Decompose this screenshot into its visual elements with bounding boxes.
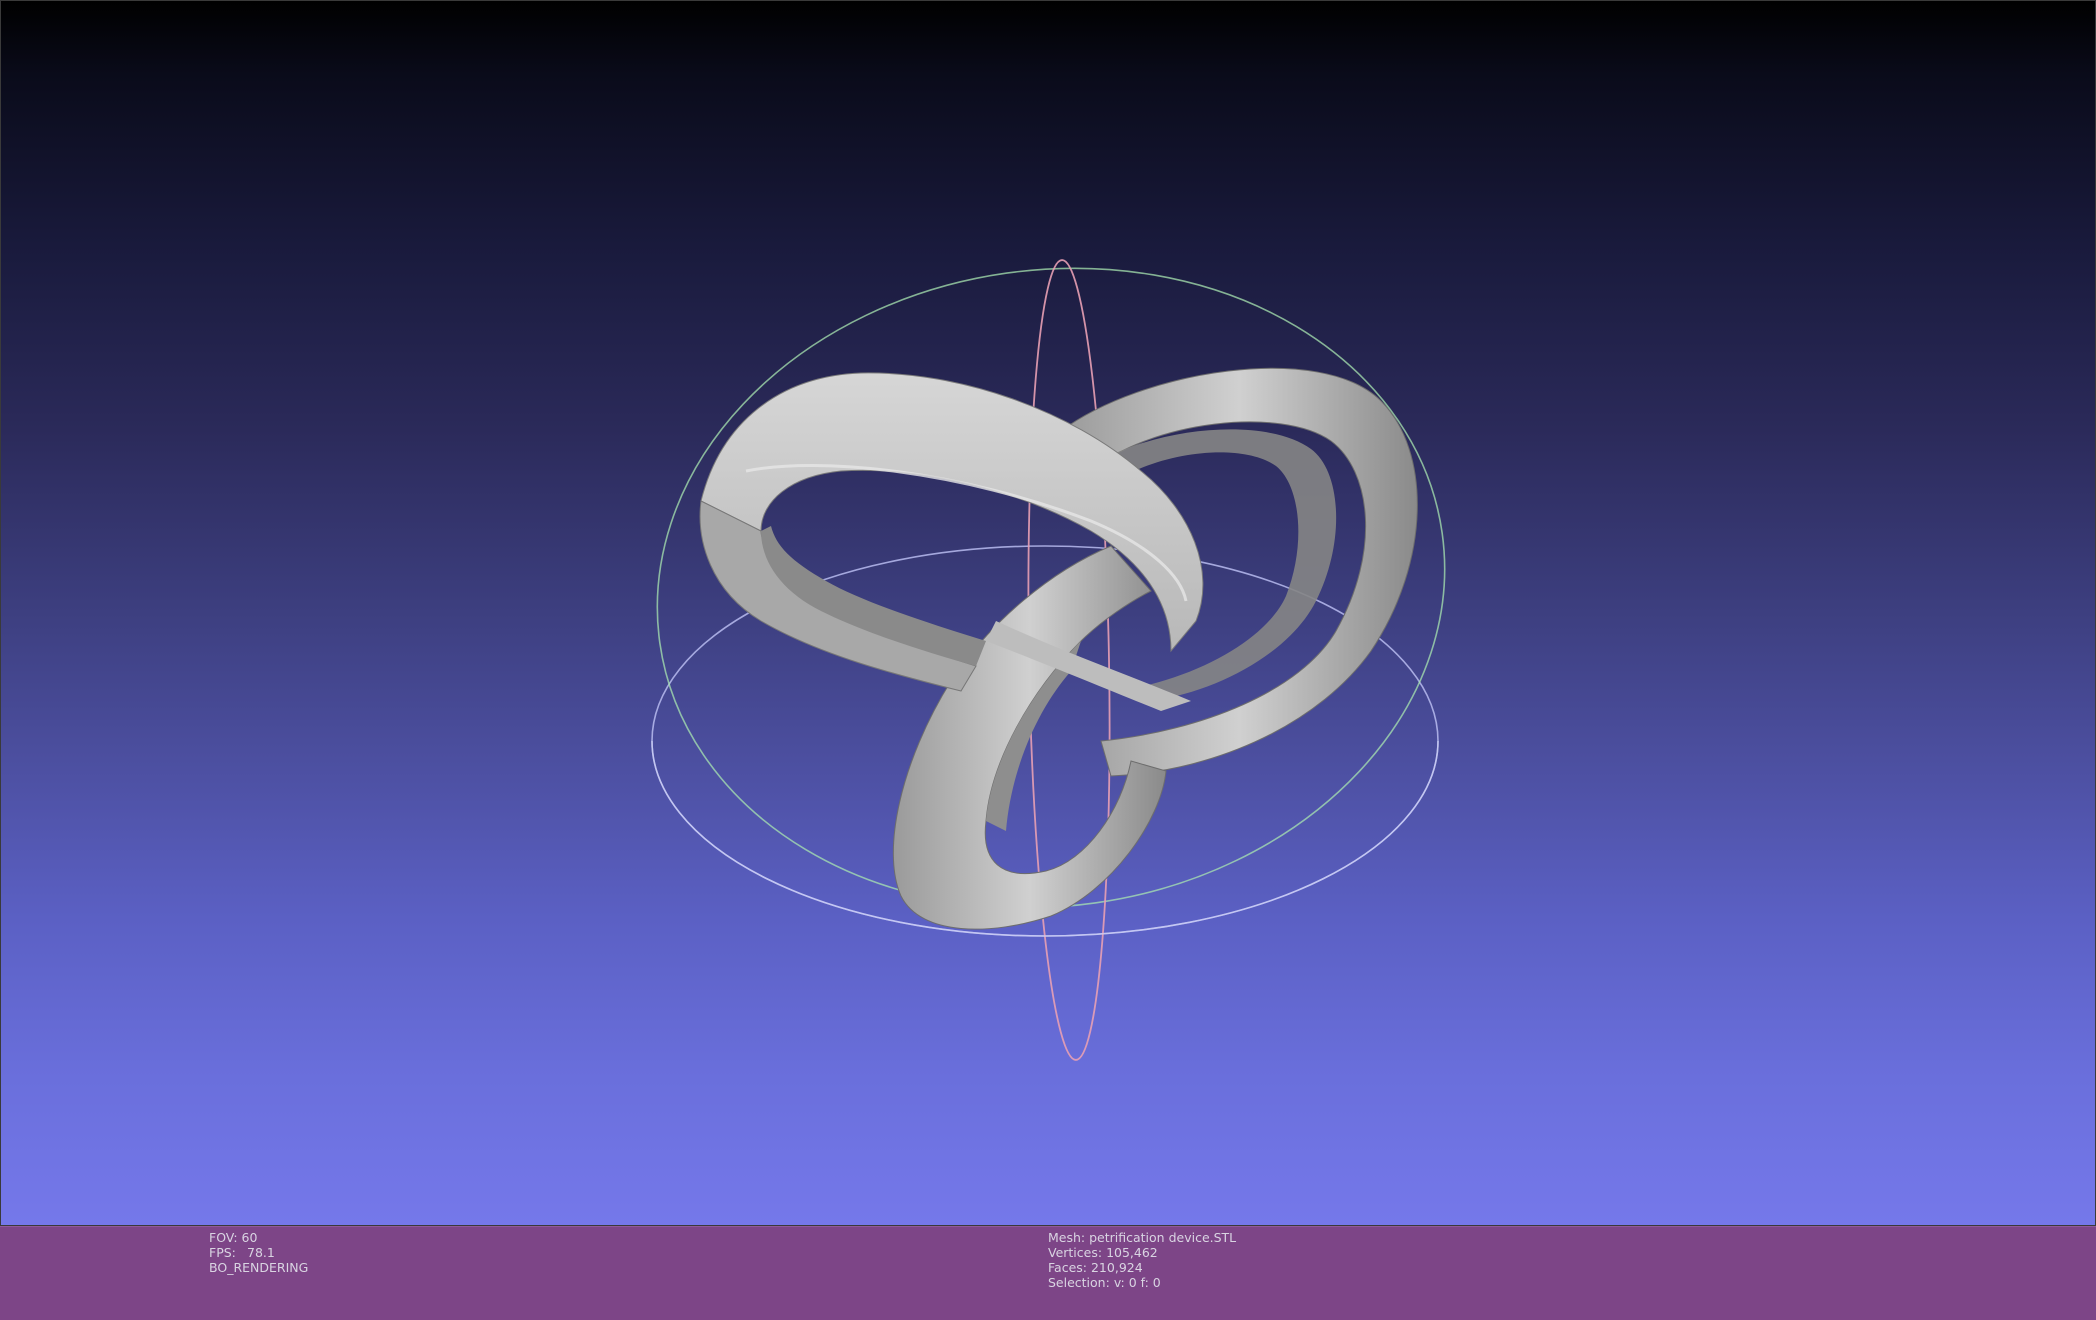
faces-readout: Faces: 210,924 bbox=[1048, 1260, 1236, 1275]
selection-readout: Selection: v: 0 f: 0 bbox=[1048, 1275, 1236, 1290]
status-bar: FOV: 60 FPS: 78.1 BO_RENDERING Mesh: petr… bbox=[0, 1226, 2096, 1320]
mesh-name: petrification device.STL bbox=[1089, 1230, 1237, 1245]
mesh-readout: Mesh: petrification device.STL bbox=[1048, 1230, 1236, 1245]
vertices-readout: Vertices: 105,462 bbox=[1048, 1245, 1236, 1260]
selection-value: v: 0 f: 0 bbox=[1113, 1275, 1161, 1290]
fov-value: 60 bbox=[241, 1230, 258, 1245]
fps-label: FPS: bbox=[209, 1245, 236, 1260]
faces-value: 210,924 bbox=[1090, 1260, 1143, 1275]
vertices-label: Vertices: bbox=[1048, 1245, 1103, 1260]
faces-label: Faces: bbox=[1048, 1260, 1087, 1275]
fps-readout: FPS: 78.1 bbox=[209, 1245, 308, 1260]
render-mode: BO_RENDERING bbox=[209, 1260, 309, 1275]
selection-label: Selection: bbox=[1048, 1275, 1110, 1290]
fps-value: 78.1 bbox=[247, 1245, 275, 1260]
mesh-label: Mesh: bbox=[1048, 1230, 1086, 1245]
mesh-info: Mesh: petrification device.STL Vertices:… bbox=[1048, 1230, 1236, 1290]
render-info: FOV: 60 FPS: 78.1 BO_RENDERING bbox=[209, 1230, 308, 1275]
3d-viewport[interactable] bbox=[0, 0, 2096, 1226]
fov-label: FOV: bbox=[209, 1230, 238, 1245]
trefoil-knot-mesh bbox=[699, 367, 1418, 930]
fov-readout: FOV: 60 bbox=[209, 1230, 308, 1245]
scene-canvas[interactable] bbox=[1, 1, 2096, 1226]
vertices-value: 105,462 bbox=[1106, 1245, 1158, 1260]
